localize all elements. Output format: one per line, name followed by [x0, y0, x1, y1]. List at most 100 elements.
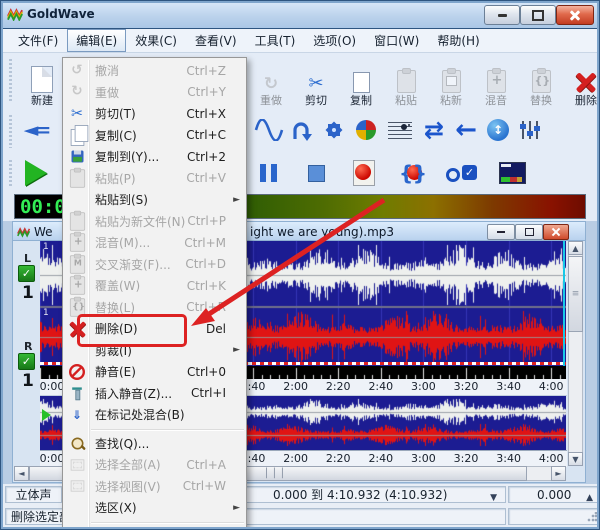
effects-button-pinwheel[interactable]: [350, 113, 382, 147]
transport-button-record-selection[interactable]: [392, 157, 436, 189]
menu-item-shortcut: Ctrl+W: [182, 479, 226, 494]
channel-enabled-checkbox-l[interactable]: ✓: [18, 265, 35, 282]
title-bar: GoldWave: [0, 0, 600, 29]
play-position-marker[interactable]: [42, 409, 51, 421]
effects-button-arrow-left[interactable]: ←: [450, 113, 482, 147]
menu-item-label: 覆盖(W): [95, 279, 141, 294]
resize-grip[interactable]: [587, 512, 597, 522]
transport-button-play[interactable]: [14, 157, 58, 189]
menu-item-shortcut: Ctrl+2: [186, 149, 226, 164]
effects-button-sine-wave[interactable]: [253, 113, 285, 147]
transport-button-monitor-check[interactable]: [440, 157, 484, 189]
edit-menu-item-paste-to[interactable]: 粘贴到(S) ►: [63, 189, 246, 211]
submenu-arrow-icon: ►: [233, 345, 240, 356]
effects-button-speaker-eq[interactable]: ◄=: [20, 113, 52, 147]
time-label: 4:00: [538, 452, 564, 465]
value-spinner-icon[interactable]: ▲: [586, 490, 593, 507]
clipboard-plus-icon: [486, 68, 506, 93]
edit-menu-item-copy[interactable]: 复制(C) Ctrl+C: [63, 125, 246, 147]
menubar-item-edit[interactable]: 编辑(E): [67, 29, 127, 52]
edit-menu-item-cut[interactable]: ✂ 剪切(T) Ctrl+X: [63, 103, 246, 125]
menu-item-shortcut: Ctrl+A: [186, 457, 226, 472]
menu-item-shortcut: Ctrl+K: [186, 278, 226, 293]
transport-button-pause[interactable]: [246, 157, 290, 189]
transport-button-record[interactable]: [342, 157, 386, 189]
toolbar-button-label: 复制: [350, 94, 372, 107]
insert-silence-icon: [71, 387, 84, 401]
close-button[interactable]: [556, 5, 594, 25]
edit-menu-item-mute[interactable]: 静音(E) Ctrl+0: [63, 361, 246, 383]
paste-icon: [69, 167, 85, 188]
effects-button-resize-updown[interactable]: [482, 113, 514, 147]
scroll-right-arrow[interactable]: ►: [551, 466, 566, 481]
toolbar-button-label: 删除: [575, 94, 597, 107]
copy-to-icon: [71, 150, 83, 163]
maximize-icon: [532, 9, 544, 21]
menu-item-label: 撤消: [95, 64, 120, 79]
toolbar-button-clipboard-plus[interactable]: 混音: [474, 57, 518, 107]
effects-button-gear[interactable]: [318, 113, 350, 147]
toolbar-button-cut[interactable]: ✂ 剪切: [294, 57, 338, 107]
effects-button-swap-channels[interactable]: ⇄: [418, 113, 450, 147]
edit-menu-item-find[interactable]: 查找(Q)...: [63, 433, 246, 455]
menu-item-shortcut: Ctrl+0: [186, 364, 226, 379]
scroll-up-arrow[interactable]: ▲: [568, 241, 583, 255]
menubar-item-tools[interactable]: 工具(T): [246, 29, 305, 52]
effects-button-reverse[interactable]: [285, 113, 317, 147]
menu-item-label: 混音(M)...: [95, 236, 151, 251]
sound-minimize-button[interactable]: [487, 224, 515, 240]
selection-dropdown-icon[interactable]: ▼: [490, 490, 497, 507]
reverse-icon: [289, 119, 313, 142]
edit-menu-item-crossfade: 交叉渐变(F)... Ctrl+D: [63, 253, 246, 276]
record-icon: [353, 160, 375, 186]
toolbar-button-label: 新建: [31, 94, 53, 107]
time-label: 2:20: [325, 452, 351, 465]
clipboard-braces-icon: [531, 68, 551, 93]
channel-number: 1: [22, 283, 34, 303]
toolbar-button-delete[interactable]: 删除: [564, 57, 600, 107]
vertical-scroll-thumb[interactable]: ≡: [568, 256, 583, 332]
scroll-left-arrow[interactable]: ◄: [14, 466, 29, 481]
effects-button-music-staff[interactable]: [384, 113, 416, 147]
toolbar-button-redo[interactable]: ↻ 重做: [249, 57, 293, 107]
toolbar-button-new-file[interactable]: 新建: [20, 57, 64, 107]
time-label: 3:00: [411, 452, 436, 465]
menubar-item-help[interactable]: 帮助(H): [428, 29, 488, 52]
transport-button-stop[interactable]: [294, 157, 338, 189]
toolbar-grip[interactable]: [9, 160, 12, 186]
edit-menu-item-copy-to[interactable]: 复制到(Y)... Ctrl+2: [63, 146, 246, 168]
menubar-item-options[interactable]: 选项(O): [304, 29, 365, 52]
toolbar-grip[interactable]: [9, 59, 12, 103]
sliders-icon: [519, 119, 541, 141]
menu-item-shortcut: Ctrl+P: [187, 214, 226, 229]
undo-icon: ↺: [71, 61, 83, 78]
menu-item-label: 静音(E): [95, 365, 136, 380]
menubar-item-window[interactable]: 窗口(W): [365, 29, 428, 52]
scroll-down-arrow[interactable]: ▼: [568, 452, 583, 466]
toolbar-button-paste[interactable]: 粘贴: [384, 57, 428, 107]
toolbar-button-label: 混音: [485, 94, 507, 107]
menu-item-label: 选择全部(A): [95, 458, 161, 473]
transport-button-visuals[interactable]: [490, 157, 534, 189]
edit-menu-item-selection[interactable]: 选区(X) ►: [63, 497, 246, 519]
edit-menu-item-undo: ↺ 撤消 Ctrl+Z: [63, 60, 246, 82]
toolbar-button-paste-new[interactable]: 粘新: [429, 57, 473, 107]
toolbar-button-copy[interactable]: 复制: [339, 57, 383, 107]
clipboard-plus-icon: [69, 231, 85, 252]
cut-icon: ✂: [308, 73, 324, 94]
toolbar-grip[interactable]: [9, 115, 12, 148]
channel-enabled-checkbox-r[interactable]: ✓: [18, 353, 35, 370]
effects-button-sliders[interactable]: [514, 113, 546, 147]
menubar-item-effects[interactable]: 效果(C): [126, 29, 186, 52]
sound-restore-button[interactable]: [515, 224, 543, 240]
maximize-button[interactable]: [520, 5, 556, 25]
sound-close-button[interactable]: [543, 224, 569, 240]
edit-menu-item-mix-at-marker[interactable]: ⇓ 在标记处混合(B): [63, 404, 246, 426]
edit-menu-item-insert-silence[interactable]: 插入静音(Z)... Ctrl+I: [63, 383, 246, 405]
selection-end-marker[interactable]: [563, 241, 565, 366]
menubar-item-file[interactable]: 文件(F): [9, 29, 67, 52]
time-label: 3:20: [453, 380, 479, 393]
minimize-button[interactable]: [484, 5, 520, 25]
toolbar-button-clipboard-braces[interactable]: 替换: [519, 57, 563, 107]
menubar-item-view[interactable]: 查看(V): [186, 29, 246, 52]
